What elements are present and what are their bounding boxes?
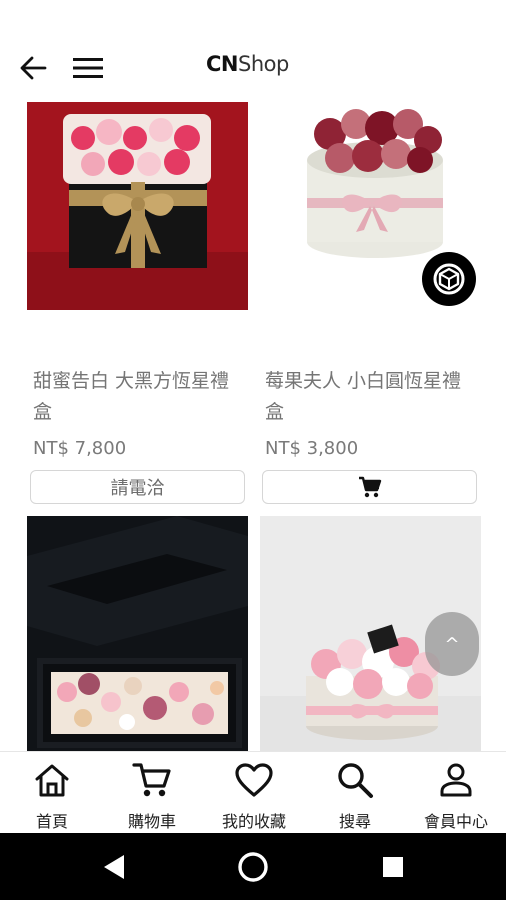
product-image[interactable] — [27, 516, 248, 751]
bottom-navigation: 首頁 購物車 我的收藏 搜尋 會員中心 — [0, 751, 506, 833]
nav-item-search[interactable]: 搜尋 — [305, 752, 405, 834]
ar-icon — [433, 263, 465, 295]
app-logo[interactable]: CN Shop — [206, 52, 289, 82]
system-navigation-bar — [0, 833, 506, 900]
logo-light-text: Shop — [238, 52, 289, 76]
square-recents-icon — [383, 857, 403, 877]
cart-icon — [358, 476, 381, 498]
contact-us-button[interactable]: 請電洽 — [30, 470, 245, 504]
product-image[interactable] — [260, 102, 481, 310]
nav-item-cart[interactable]: 購物車 — [102, 752, 202, 834]
gift-case-illustration — [27, 516, 248, 751]
home-icon — [31, 760, 73, 800]
system-recents-button[interactable] — [371, 845, 415, 889]
nav-item-member[interactable]: 會員中心 — [406, 752, 506, 834]
nav-label: 首頁 — [35, 812, 68, 831]
nav-label: 購物車 — [127, 812, 176, 831]
nav-label: 搜尋 — [338, 812, 371, 831]
product-title[interactable]: 甜蜜告白 大黑方恆星禮盒 — [33, 366, 238, 428]
system-back-button[interactable] — [92, 845, 136, 889]
nav-item-favorites[interactable]: 我的收藏 — [204, 752, 304, 834]
product-card[interactable]: 甜蜜告白 大黑方恆星禮盒 NT$ 7,800 請電洽 — [0, 96, 253, 506]
scroll-to-top-button[interactable]: ^ — [425, 612, 479, 676]
product-price: NT$ 7,800 — [33, 438, 127, 459]
gift-box-illustration — [27, 102, 248, 310]
product-title[interactable]: 莓果夫人 小白圓恆星禮盒 — [265, 366, 475, 428]
product-price: NT$ 3,800 — [265, 438, 359, 459]
product-card[interactable]: 莓果夫人 小白圓恆星禮盒 NT$ 3,800 — [253, 96, 506, 506]
product-grid[interactable]: 甜蜜告白 大黑方恆星禮盒 NT$ 7,800 請電洽 莓果夫人 小白圓恆星禮盒 … — [0, 96, 506, 751]
nav-item-home[interactable]: 首頁 — [2, 752, 102, 834]
cart-icon — [131, 760, 173, 800]
search-icon — [334, 760, 376, 800]
product-card[interactable] — [0, 516, 253, 751]
hamburger-icon — [73, 58, 103, 78]
system-home-button[interactable] — [231, 845, 275, 889]
person-icon — [435, 760, 477, 800]
add-to-cart-button[interactable] — [262, 470, 477, 504]
product-image[interactable] — [27, 102, 248, 310]
back-button[interactable] — [16, 52, 50, 84]
nav-label: 我的收藏 — [221, 812, 286, 831]
top-app-bar: CN Shop — [0, 40, 506, 96]
status-bar — [0, 0, 506, 36]
arrow-left-icon — [20, 56, 47, 80]
triangle-back-icon — [104, 855, 124, 879]
logo-bold-text: CN — [206, 52, 239, 76]
nav-label: 會員中心 — [423, 812, 488, 831]
ar-view-button[interactable] — [422, 252, 476, 306]
heart-icon — [233, 760, 275, 800]
menu-button[interactable] — [70, 52, 106, 84]
circle-home-icon — [238, 852, 268, 882]
